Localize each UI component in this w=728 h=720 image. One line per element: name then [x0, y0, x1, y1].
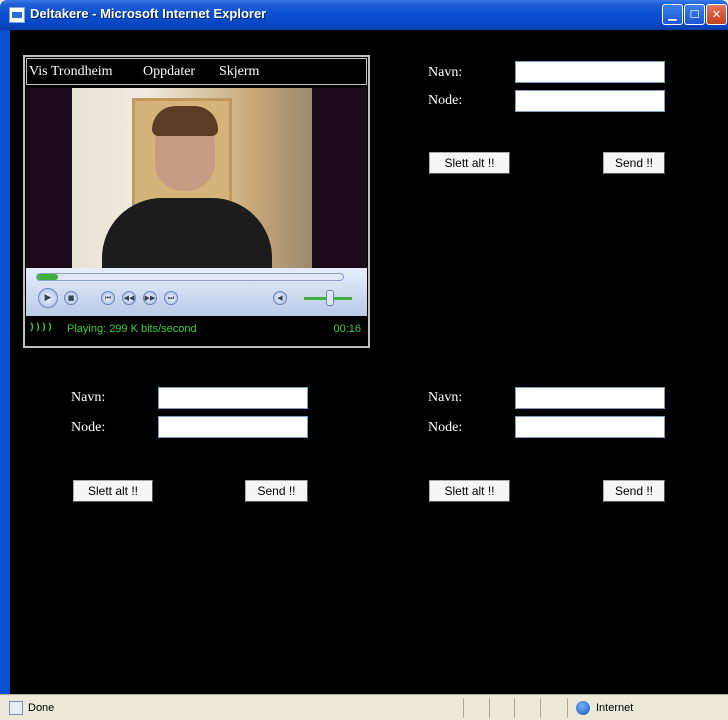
- browser-status-bar: Done Internet: [0, 694, 728, 720]
- form1-name-label: Navn:: [428, 65, 463, 80]
- status-divider: [567, 698, 568, 718]
- form3-node-input[interactable]: [515, 416, 665, 438]
- title-bar[interactable]: Deltakere - Microsoft Internet Explorer …: [0, 0, 728, 30]
- page-icon: [9, 701, 23, 715]
- maximize-button[interactable]: ☐: [684, 4, 705, 25]
- video-display[interactable]: [26, 88, 367, 268]
- form3-send-button[interactable]: Send !!: [603, 480, 665, 502]
- minimize-button[interactable]: ▁: [662, 4, 683, 25]
- form2-node-input[interactable]: [158, 416, 308, 438]
- form2-name-input[interactable]: [158, 387, 308, 409]
- form3-name-label: Navn:: [428, 390, 463, 405]
- form1-clear-button[interactable]: Slett alt !!: [429, 152, 510, 174]
- menu-item-skjerm[interactable]: Skjerm: [219, 64, 259, 80]
- seek-progress: [37, 274, 58, 280]
- mute-icon[interactable]: ◀: [273, 291, 287, 305]
- playback-time: 00:16: [333, 323, 361, 335]
- status-divider: [514, 698, 515, 718]
- status-divider: [540, 698, 541, 718]
- status-text: Done: [28, 702, 55, 714]
- form1-name-input[interactable]: [515, 61, 665, 83]
- page-content: Vis Trondheim Oppdater Skjerm ▶ ■ ⏮ ◀◀ ▶…: [10, 30, 728, 694]
- playback-status: Playing: 299 K bits/second: [67, 323, 197, 335]
- form2-send-button[interactable]: Send !!: [245, 480, 308, 502]
- form3-node-label: Node:: [428, 420, 463, 435]
- video-person-hair: [152, 106, 218, 136]
- play-icon[interactable]: ▶: [38, 288, 58, 308]
- media-player: Vis Trondheim Oppdater Skjerm ▶ ■ ⏮ ◀◀ ▶…: [23, 55, 370, 348]
- menu-item-oppdater[interactable]: Oppdater: [143, 64, 195, 80]
- volume-slider[interactable]: [326, 290, 334, 306]
- window-frame-left: [0, 30, 10, 694]
- status-divider: [463, 698, 464, 718]
- rewind-icon[interactable]: ◀◀: [122, 291, 136, 305]
- close-button[interactable]: ✕: [706, 4, 727, 25]
- menu-item-vis-trondheim[interactable]: Vis Trondheim: [29, 64, 113, 80]
- player-menu-bar: Vis Trondheim Oppdater Skjerm: [26, 58, 367, 85]
- previous-icon[interactable]: ⏮: [101, 291, 115, 305]
- form1-node-label: Node:: [428, 93, 463, 108]
- form2-node-label: Node:: [71, 420, 106, 435]
- stop-icon[interactable]: ■: [64, 291, 78, 305]
- video-frame: [72, 88, 312, 268]
- window-title: Deltakere - Microsoft Internet Explorer: [30, 6, 267, 21]
- form3-name-input[interactable]: [515, 387, 665, 409]
- player-controls: ▶ ■ ⏮ ◀◀ ▶▶ ⏭ ◀: [26, 268, 367, 316]
- internet-zone-icon: [576, 701, 590, 715]
- player-status-line: )))) Playing: 299 K bits/second 00:16: [26, 316, 367, 344]
- fast-forward-icon[interactable]: ▶▶: [143, 291, 157, 305]
- seek-bar[interactable]: [36, 273, 344, 281]
- form2-clear-button[interactable]: Slett alt !!: [73, 480, 153, 502]
- signal-strength-icon: )))): [29, 322, 54, 333]
- form1-node-input[interactable]: [515, 90, 665, 112]
- form3-clear-button[interactable]: Slett alt !!: [429, 480, 510, 502]
- form1-send-button[interactable]: Send !!: [603, 152, 665, 174]
- ie-app-icon: [9, 7, 25, 23]
- next-icon[interactable]: ⏭: [164, 291, 178, 305]
- video-person: [102, 198, 272, 268]
- security-zone-label: Internet: [596, 702, 634, 714]
- form2-name-label: Navn:: [71, 390, 106, 405]
- status-divider: [489, 698, 490, 718]
